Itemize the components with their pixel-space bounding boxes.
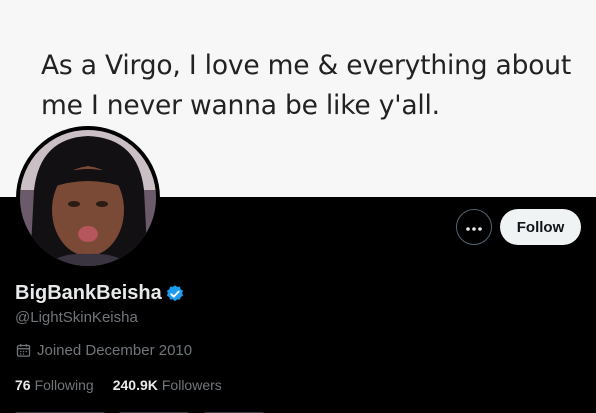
display-name-text: BigBankBeisha [15,282,162,304]
display-name: BigBankBeisha [15,282,185,305]
followers-count: 240.9K [112,377,158,393]
avatar[interactable] [16,126,160,270]
joined-text: Joined December 2010 [37,342,193,359]
more-dots-icon [466,218,482,236]
calendar-icon [15,342,32,359]
truncated-content [15,403,275,413]
following-count: 76 [15,377,31,393]
joined-date: Joined December 2010 [15,342,192,359]
followers-link[interactable]: 240.9K Followers [113,377,222,393]
more-options-button[interactable] [456,209,492,245]
verified-badge-icon[interactable] [165,284,185,304]
followers-label: Followers [161,377,222,393]
following-label: Following [34,377,94,393]
banner-text: As a Virgo, I love me & everything about… [41,50,572,121]
following-link[interactable]: 76 Following [15,377,94,393]
follow-button[interactable]: Follow [500,209,581,245]
handle: @LightSkinKeisha [15,309,138,326]
follow-stats: 76 Following 240.9K Followers [15,377,222,393]
